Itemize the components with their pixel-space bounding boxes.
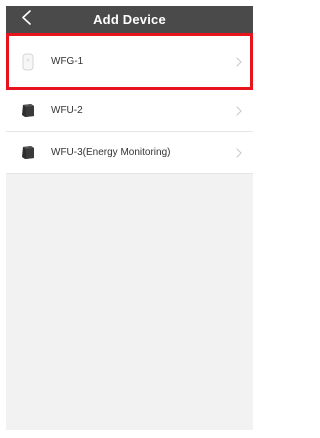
white-sensor-icon (20, 53, 36, 71)
nav-bar: Add Device (6, 6, 253, 33)
black-plug-icon (20, 102, 36, 120)
back-button[interactable] (6, 6, 46, 33)
device-label: WFU-3(Energy Monitoring) (51, 147, 171, 158)
device-item-wfg-1[interactable]: WFG-1 (6, 33, 253, 90)
device-label: WFG-1 (51, 56, 84, 67)
chevron-right-icon (229, 148, 249, 158)
chevron-left-icon (21, 9, 31, 30)
page-title: Add Device (93, 12, 166, 27)
device-list: WFG-1 WFU-2 WFU-3(Energy Monitoring) (6, 33, 253, 174)
chevron-right-icon (229, 106, 249, 116)
chevron-right-icon (229, 57, 249, 67)
device-label: WFU-2 (51, 105, 83, 116)
device-item-wfu-2[interactable]: WFU-2 (6, 90, 253, 132)
device-item-wfu-3[interactable]: WFU-3(Energy Monitoring) (6, 132, 253, 174)
black-plug-icon (20, 144, 36, 162)
content-area: WFG-1 WFU-2 WFU-3(Energy Monitoring) (6, 33, 253, 430)
